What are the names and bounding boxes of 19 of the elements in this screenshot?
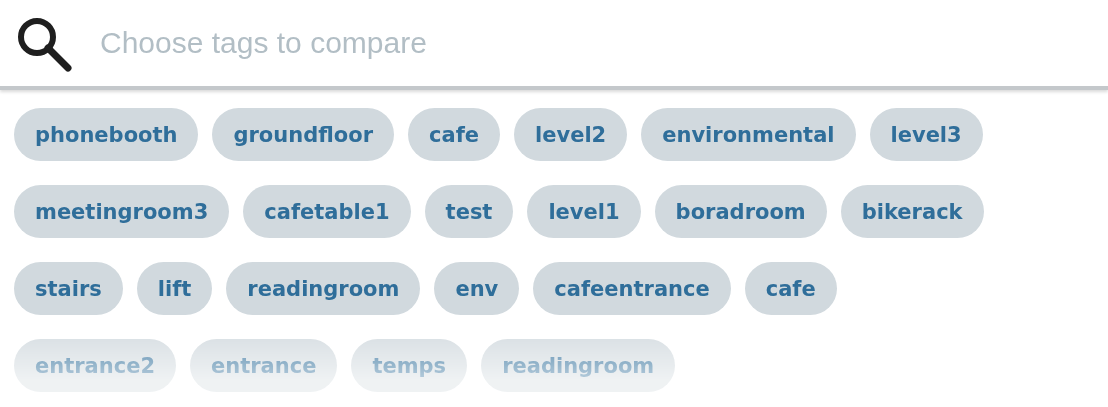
tag-chip[interactable]: environmental: [641, 108, 856, 161]
tag-chip[interactable]: cafe: [744, 262, 837, 315]
tag-chip[interactable]: cafe: [408, 108, 500, 161]
tag-chip[interactable]: bikerack: [840, 185, 984, 238]
tag-chip[interactable]: cafeentrance: [533, 262, 731, 315]
tag-chip[interactable]: meetingroom3: [14, 185, 230, 238]
tag-chip[interactable]: groundfloor: [212, 108, 394, 161]
tag-chip[interactable]: stairs: [14, 262, 123, 315]
search-field[interactable]: Choose tags to compare: [100, 26, 900, 60]
tag-chip[interactable]: test: [424, 185, 514, 238]
tag-chip[interactable]: cafetable1: [243, 185, 411, 238]
tag-chip[interactable]: boradroom: [654, 185, 827, 238]
tag-chip[interactable]: env: [434, 262, 520, 315]
tag-chip[interactable]: level2: [514, 108, 628, 161]
tag-chip[interactable]: lift: [136, 262, 213, 315]
tag-chip[interactable]: phonebooth: [14, 108, 199, 161]
tag-chip[interactable]: level1: [527, 185, 641, 238]
tag-chip[interactable]: level3: [869, 108, 983, 161]
tag-chip[interactable]: readingroom: [226, 262, 421, 315]
